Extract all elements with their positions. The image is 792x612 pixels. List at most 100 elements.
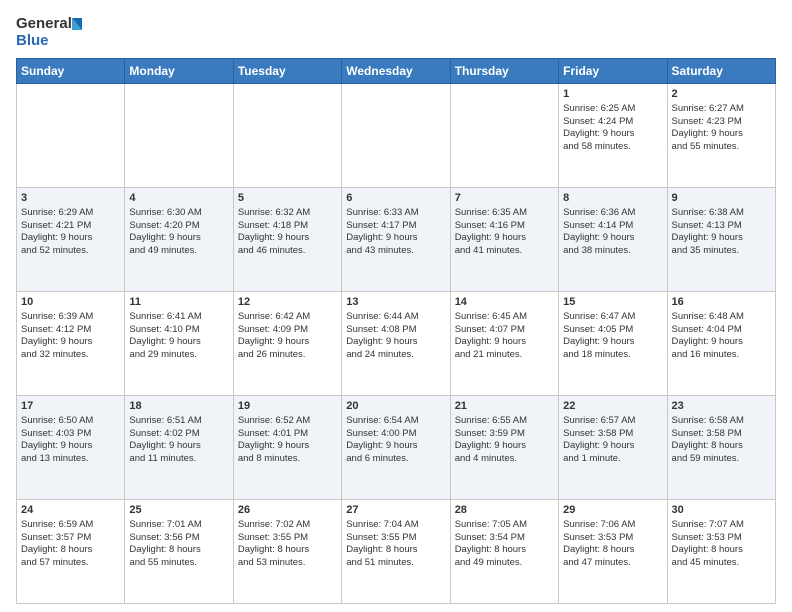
calendar-cell: 18Sunrise: 6:51 AM Sunset: 4:02 PMDayligh…	[125, 396, 233, 500]
day-info-line: Daylight: 8 hours	[346, 544, 417, 555]
weekday-header-friday: Friday	[559, 59, 667, 84]
day-number: 26	[238, 503, 337, 518]
calendar-cell: 19Sunrise: 6:52 AMSunset: 4:01 PMDayligh…	[233, 396, 341, 500]
day-info-line: and 49 minutes.	[455, 557, 523, 568]
day-info-line: Daylight: 9 hours	[238, 440, 309, 451]
day-info-line: Sunset: 3:55 PM	[238, 532, 308, 543]
day-info-line: and 45 minutes.	[672, 557, 740, 568]
day-info-line: and 4 minutes.	[455, 453, 517, 464]
calendar-cell	[17, 84, 125, 188]
day-info-line: Sunrise: 6:41 AM	[129, 311, 201, 322]
day-number: 18	[129, 399, 228, 414]
day-info-line: Daylight: 8 hours	[672, 544, 743, 555]
calendar-cell	[233, 84, 341, 188]
day-info-line: Sunrise: 7:07 AM	[672, 519, 744, 530]
day-info-line: Sunrise: 6:57 AM	[563, 415, 635, 426]
day-info-line: Sunset: 4:04 PM	[672, 324, 742, 335]
calendar-cell: 14Sunrise: 6:45 AMSunset: 4:07 PMDayligh…	[450, 292, 558, 396]
day-number: 10	[21, 295, 120, 310]
day-info-line: and 26 minutes.	[238, 349, 306, 360]
calendar-cell: 8Sunrise: 6:36 AMSunset: 4:14 PMDaylight…	[559, 188, 667, 292]
day-info-line: and 29 minutes.	[129, 349, 197, 360]
day-info-line: Daylight: 9 hours	[346, 440, 417, 451]
day-info-line: Sunset: 4:09 PM	[238, 324, 308, 335]
weekday-header-thursday: Thursday	[450, 59, 558, 84]
day-info-line: Sunset: 4:03 PM	[21, 428, 91, 439]
day-info-line: Sunset: 3:57 PM	[21, 532, 91, 543]
week-row-4: 24Sunrise: 6:59 AMSunset: 3:57 PMDayligh…	[17, 500, 776, 604]
day-number: 25	[129, 503, 228, 518]
day-info-line: Sunset: 4:01 PM	[238, 428, 308, 439]
day-info-line: Daylight: 9 hours	[563, 336, 634, 347]
day-info-line: and 21 minutes.	[455, 349, 523, 360]
calendar-cell: 30Sunrise: 7:07 AMSunset: 3:53 PMDayligh…	[667, 500, 775, 604]
day-info-line: Sunrise: 6:51 AM	[129, 415, 201, 426]
day-info-line: Daylight: 9 hours	[21, 336, 92, 347]
day-info-line: Sunset: 4:08 PM	[346, 324, 416, 335]
day-number: 19	[238, 399, 337, 414]
svg-text:Blue: Blue	[16, 32, 49, 49]
day-info-line: Sunrise: 6:45 AM	[455, 311, 527, 322]
day-info-line: Daylight: 9 hours	[455, 232, 526, 243]
day-info-line: and 41 minutes.	[455, 245, 523, 256]
day-number: 30	[672, 503, 771, 518]
weekday-row: SundayMondayTuesdayWednesdayThursdayFrid…	[17, 59, 776, 84]
day-info-line: Sunrise: 6:36 AM	[563, 207, 635, 218]
day-info-line: Daylight: 9 hours	[129, 336, 200, 347]
day-info-line: and 47 minutes.	[563, 557, 631, 568]
day-number: 29	[563, 503, 662, 518]
day-info-line: Daylight: 9 hours	[563, 232, 634, 243]
weekday-header-wednesday: Wednesday	[342, 59, 450, 84]
day-info-line: Daylight: 9 hours	[129, 232, 200, 243]
day-info-line: Sunrise: 6:54 AM	[346, 415, 418, 426]
day-info-line: Sunrise: 7:05 AM	[455, 519, 527, 530]
day-info-line: Sunrise: 6:30 AM	[129, 207, 201, 218]
day-info-line: Sunset: 4:14 PM	[563, 220, 633, 231]
day-number: 3	[21, 191, 120, 206]
day-info-line: and 32 minutes.	[21, 349, 89, 360]
weekday-header-sunday: Sunday	[17, 59, 125, 84]
day-info-line: Sunrise: 7:06 AM	[563, 519, 635, 530]
day-info-line: Daylight: 8 hours	[238, 544, 309, 555]
day-info-line: and 24 minutes.	[346, 349, 414, 360]
day-info-line: and 13 minutes.	[21, 453, 89, 464]
day-info-line: Sunrise: 6:25 AM	[563, 103, 635, 114]
day-info-line: Daylight: 9 hours	[346, 336, 417, 347]
day-info-line: Sunset: 4:17 PM	[346, 220, 416, 231]
header: GeneralBlue	[16, 12, 776, 50]
weekday-header-monday: Monday	[125, 59, 233, 84]
weekday-header-tuesday: Tuesday	[233, 59, 341, 84]
day-info-line: and 57 minutes.	[21, 557, 89, 568]
day-info-line: and 59 minutes.	[672, 453, 740, 464]
day-info-line: Daylight: 9 hours	[455, 336, 526, 347]
day-info-line: Sunset: 3:53 PM	[563, 532, 633, 543]
day-info-line: Sunrise: 7:04 AM	[346, 519, 418, 530]
calendar-cell: 17Sunrise: 6:50 AMSunset: 4:03 PMDayligh…	[17, 396, 125, 500]
calendar-table: SundayMondayTuesdayWednesdayThursdayFrid…	[16, 58, 776, 604]
day-info-line: Daylight: 9 hours	[563, 440, 634, 451]
day-info-line: Sunrise: 6:50 AM	[21, 415, 93, 426]
calendar-cell	[125, 84, 233, 188]
day-info-line: Sunrise: 6:27 AM	[672, 103, 744, 114]
week-row-2: 10Sunrise: 6:39 AMSunset: 4:12 PMDayligh…	[17, 292, 776, 396]
calendar-header: SundayMondayTuesdayWednesdayThursdayFrid…	[17, 59, 776, 84]
day-info-line: Sunset: 4:12 PM	[21, 324, 91, 335]
day-info-line: Sunset: 4:18 PM	[238, 220, 308, 231]
calendar-cell	[450, 84, 558, 188]
calendar-cell: 27Sunrise: 7:04 AMSunset: 3:55 PMDayligh…	[342, 500, 450, 604]
calendar-cell: 6Sunrise: 6:33 AMSunset: 4:17 PMDaylight…	[342, 188, 450, 292]
day-info-line: Sunrise: 6:29 AM	[21, 207, 93, 218]
day-info-line: Sunset: 4:02 PM	[129, 428, 199, 439]
day-info-line: Sunset: 4:20 PM	[129, 220, 199, 231]
weekday-header-saturday: Saturday	[667, 59, 775, 84]
day-info-line: Daylight: 9 hours	[129, 440, 200, 451]
svg-text:General: General	[16, 15, 72, 32]
day-number: 27	[346, 503, 445, 518]
day-info-line: and 58 minutes.	[563, 141, 631, 152]
day-number: 7	[455, 191, 554, 206]
day-info-line: Daylight: 8 hours	[672, 440, 743, 451]
day-info-line: Daylight: 9 hours	[21, 232, 92, 243]
week-row-1: 3Sunrise: 6:29 AMSunset: 4:21 PMDaylight…	[17, 188, 776, 292]
day-number: 16	[672, 295, 771, 310]
day-info-line: Sunrise: 6:47 AM	[563, 311, 635, 322]
